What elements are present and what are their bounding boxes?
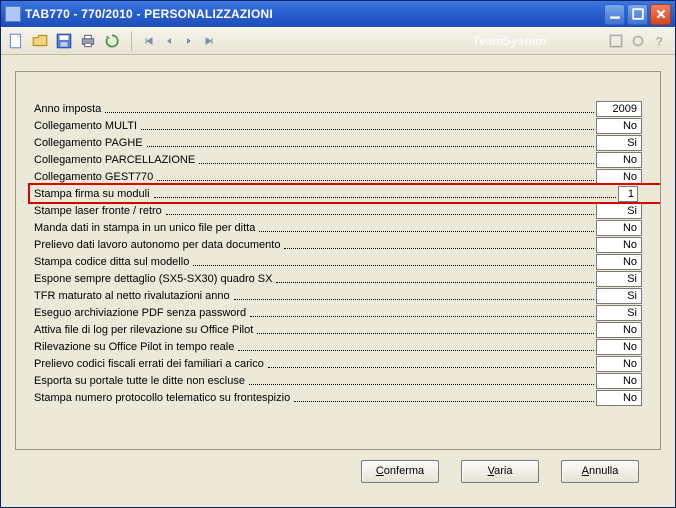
setting-row: TFR maturato al netto rivalutazioni anno… <box>34 287 642 304</box>
setting-label: Stampe laser fronte / retro <box>34 205 164 217</box>
leader-dots <box>157 171 594 181</box>
cancel-button[interactable]: Annulla <box>561 460 639 483</box>
leader-dots <box>276 273 594 283</box>
close-button[interactable] <box>650 4 671 25</box>
toolbar: TeamSystem ? <box>1 27 675 55</box>
leader-dots <box>147 137 594 147</box>
settings-panel: Anno imposta2009Collegamento MULTINoColl… <box>15 71 661 450</box>
setting-value[interactable]: 2009 <box>596 101 642 117</box>
footer-buttons: Conferma Varia Annulla <box>15 450 661 499</box>
brand-logo: TeamSystem <box>472 34 546 48</box>
setting-value[interactable]: No <box>596 373 642 389</box>
titlebar[interactable]: TAB770 - 770/2010 - PERSONALIZZAZIONI <box>1 1 675 27</box>
setting-row: Esporta su portale tutte le ditte non es… <box>34 372 642 389</box>
nav-last-icon[interactable] <box>202 34 216 48</box>
leader-dots <box>199 154 594 164</box>
setting-row: Manda dati in stampa in un unico file pe… <box>34 219 642 236</box>
leader-dots <box>250 307 594 317</box>
setting-value[interactable]: No <box>596 169 642 185</box>
setting-label: Rilevazione su Office Pilot in tempo rea… <box>34 341 236 353</box>
setting-value[interactable]: No <box>596 237 642 253</box>
confirm-button[interactable]: Conferma <box>361 460 439 483</box>
leader-dots <box>259 222 594 232</box>
nav-prev-icon[interactable] <box>162 34 176 48</box>
vary-button[interactable]: Varia <box>461 460 539 483</box>
setting-label: Collegamento PARCELLAZIONE <box>34 154 197 166</box>
setting-value[interactable]: Si <box>596 271 642 287</box>
setting-label: Espone sempre dettaglio (SX5-SX30) quadr… <box>34 273 274 285</box>
setting-row: Collegamento GEST770 No <box>34 168 642 185</box>
setting-label: Stampa codice ditta sul modello <box>34 256 191 268</box>
refresh-icon[interactable] <box>103 32 121 50</box>
setting-value[interactable]: No <box>596 390 642 406</box>
setting-label: Esporta su portale tutte le ditte non es… <box>34 375 247 387</box>
setting-row: Eseguo archiviazione PDF senza password S… <box>34 304 642 321</box>
leader-dots <box>166 205 594 215</box>
leader-dots <box>238 341 594 351</box>
leader-dots <box>193 256 594 266</box>
leader-dots <box>105 103 594 113</box>
open-folder-icon[interactable] <box>31 32 49 50</box>
setting-row: Stampa codice ditta sul modello No <box>34 253 642 270</box>
setting-label: TFR maturato al netto rivalutazioni anno <box>34 290 232 302</box>
help-icon[interactable]: ? <box>651 32 669 50</box>
highlight-code-input[interactable]: 1 <box>618 186 638 202</box>
setting-value[interactable]: No <box>596 254 642 270</box>
setting-value[interactable]: Si <box>596 305 642 321</box>
setting-value[interactable]: No <box>596 356 642 372</box>
leader-dots <box>284 239 594 249</box>
setting-row: Stampa firma su moduli1Presente <box>34 185 642 202</box>
setting-label: Collegamento GEST770 <box>34 171 155 183</box>
setting-row: Collegamento PAGHE Si <box>34 134 642 151</box>
leader-dots <box>154 188 616 198</box>
setting-label: Stampa firma su moduli <box>34 188 152 200</box>
leader-dots <box>294 392 594 402</box>
nav-next-icon[interactable] <box>182 34 196 48</box>
setting-value[interactable]: No <box>596 322 642 338</box>
setting-row: Rilevazione su Office Pilot in tempo rea… <box>34 338 642 355</box>
setting-value[interactable]: Si <box>596 288 642 304</box>
setting-label: Collegamento MULTI <box>34 120 139 132</box>
setting-value[interactable]: Si <box>596 135 642 151</box>
setting-value[interactable]: No <box>596 152 642 168</box>
setting-row: Prelievo dati lavoro autonomo per data d… <box>34 236 642 253</box>
leader-dots <box>249 375 594 385</box>
setting-row: Attiva file di log per rilevazione su Of… <box>34 321 642 338</box>
setting-value[interactable]: Si <box>596 203 642 219</box>
save-icon[interactable] <box>55 32 73 50</box>
tool-right-2-icon[interactable] <box>629 32 647 50</box>
setting-label: Anno imposta <box>34 103 103 115</box>
window-title: TAB770 - 770/2010 - PERSONALIZZAZIONI <box>25 7 604 21</box>
nav-first-icon[interactable] <box>142 34 156 48</box>
setting-label: Attiva file di log per rilevazione su Of… <box>34 324 255 336</box>
setting-label: Prelievo codici fiscali errati dei famil… <box>34 358 266 370</box>
setting-row: Stampe laser fronte / retro Si <box>34 202 642 219</box>
setting-value[interactable]: No <box>596 339 642 355</box>
setting-label: Collegamento PAGHE <box>34 137 145 149</box>
setting-row: Collegamento MULTI No <box>34 117 642 134</box>
setting-label: Stampa numero protocollo telematico su f… <box>34 392 292 404</box>
new-doc-icon[interactable] <box>7 32 25 50</box>
setting-label: Eseguo archiviazione PDF senza password <box>34 307 248 319</box>
setting-row: Anno imposta 2009 <box>34 100 642 117</box>
setting-row: Espone sempre dettaglio (SX5-SX30) quadr… <box>34 270 642 287</box>
print-icon[interactable] <box>79 32 97 50</box>
tool-right-1-icon[interactable] <box>607 32 625 50</box>
setting-row: Collegamento PARCELLAZIONE No <box>34 151 642 168</box>
minimize-button[interactable] <box>604 4 625 25</box>
app-icon <box>5 6 21 22</box>
svg-text:?: ? <box>656 34 664 48</box>
leader-dots <box>257 324 594 334</box>
setting-label: Prelievo dati lavoro autonomo per data d… <box>34 239 282 251</box>
maximize-button[interactable] <box>627 4 648 25</box>
leader-dots <box>268 358 594 368</box>
setting-row: Stampa numero protocollo telematico su f… <box>34 389 642 406</box>
leader-dots <box>234 290 594 300</box>
setting-value[interactable]: No <box>596 118 642 134</box>
setting-row: Prelievo codici fiscali errati dei famil… <box>34 355 642 372</box>
setting-value[interactable]: No <box>596 220 642 236</box>
leader-dots <box>141 120 594 130</box>
setting-label: Manda dati in stampa in un unico file pe… <box>34 222 257 234</box>
app-window: TAB770 - 770/2010 - PERSONALIZZAZIONI Te… <box>0 0 676 508</box>
